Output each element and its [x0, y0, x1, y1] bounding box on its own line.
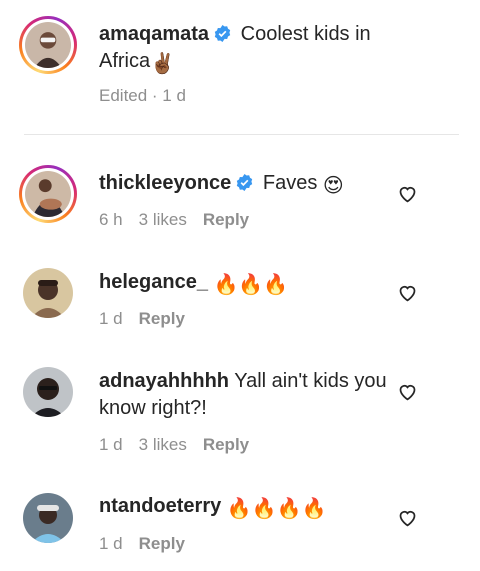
comment-text: Faves	[262, 172, 318, 194]
timestamp: 6 h	[99, 210, 123, 229]
reply-button[interactable]: Reply	[203, 435, 249, 454]
timestamp: 1 d	[99, 309, 123, 328]
heart-eyes-emoji: 😍	[322, 175, 344, 197]
edited-label: Edited · 1 d	[99, 86, 186, 105]
avatar[interactable]	[19, 165, 77, 223]
username[interactable]: amaqamata	[99, 23, 209, 45]
reply-button[interactable]: Reply	[139, 309, 185, 328]
heart-icon[interactable]	[397, 507, 418, 528]
fire-emoji: 🔥🔥🔥	[213, 274, 289, 296]
username[interactable]: ntandoeterry	[99, 495, 221, 517]
timestamp: 1 d	[99, 435, 123, 454]
username[interactable]: helegance_	[99, 271, 208, 293]
reply-button[interactable]: Reply	[139, 534, 185, 553]
likes-count[interactable]: 3 likes	[139, 210, 187, 229]
likes-count[interactable]: 3 likes	[139, 435, 187, 454]
verified-badge-icon	[235, 173, 254, 192]
reply-button[interactable]: Reply	[203, 210, 249, 229]
username[interactable]: thickleeyonce	[99, 172, 231, 194]
avatar[interactable]	[23, 367, 73, 417]
fire-emoji: 🔥🔥🔥🔥	[226, 498, 327, 520]
heart-icon[interactable]	[397, 282, 418, 303]
peace-hand-emoji: ✌🏾	[150, 53, 176, 75]
timestamp: 1 d	[99, 534, 123, 553]
heart-icon[interactable]	[397, 381, 418, 402]
heart-icon[interactable]	[397, 183, 418, 204]
username[interactable]: adnayahhhhh	[99, 370, 229, 392]
avatar[interactable]	[23, 493, 73, 543]
divider	[24, 134, 459, 135]
avatar[interactable]	[23, 268, 73, 318]
avatar[interactable]	[19, 16, 77, 74]
verified-badge-icon	[213, 24, 232, 43]
